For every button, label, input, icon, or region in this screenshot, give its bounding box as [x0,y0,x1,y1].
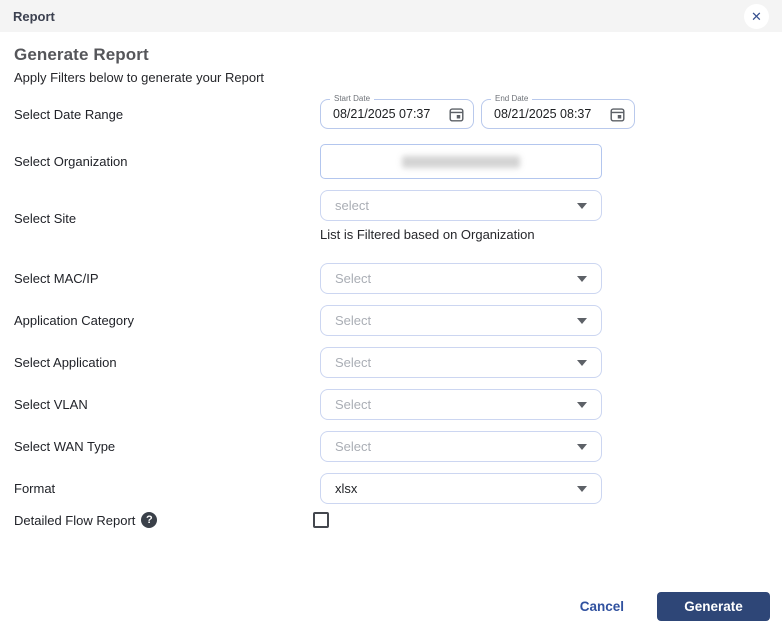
format-row: Format xlsx [14,473,768,504]
report-filter-form: Select Date Range Start Date 08/21/2025 … [14,99,768,528]
start-date-value[interactable]: 08/21/2025 07:37 [333,107,430,121]
chevron-down-icon [577,402,587,408]
chevron-down-icon [577,276,587,282]
close-icon[interactable]: ✕ [744,4,769,29]
vlan-label: Select VLAN [14,397,320,412]
date-range-label: Select Date Range [14,107,320,122]
page-subtitle: Apply Filters below to generate your Rep… [14,70,768,85]
wan-type-label: Select WAN Type [14,439,320,454]
help-icon[interactable]: ? [141,512,157,528]
date-range-row: Select Date Range Start Date 08/21/2025 … [14,99,768,129]
chevron-down-icon [577,444,587,450]
organization-label: Select Organization [14,154,320,169]
chevron-down-icon [577,360,587,366]
site-select[interactable]: select [320,190,602,221]
format-select[interactable]: xlsx [320,473,602,504]
start-date-label: Start Date [330,94,374,103]
wan-type-select[interactable]: Select [320,431,602,462]
site-label: Select Site [14,211,320,226]
application-select[interactable]: Select [320,347,602,378]
date-fields: Start Date 08/21/2025 07:37 End Date [320,99,636,129]
dialog-title: Report [13,9,55,24]
site-helper-text: List is Filtered based on Organization [320,227,602,242]
mac-ip-row: Select MAC/IP Select [14,263,768,294]
detailed-flow-label: Detailed Flow Report [14,513,135,528]
chevron-down-icon [577,486,587,492]
mac-ip-select[interactable]: Select [320,263,602,294]
chevron-down-icon [577,203,587,209]
vlan-row: Select VLAN Select [14,389,768,420]
wan-type-placeholder: Select [335,439,371,454]
dialog-body: Generate Report Apply Filters below to g… [0,32,782,528]
format-value: xlsx [335,481,357,496]
generate-report-dialog: Report ✕ Generate Report Apply Filters b… [0,0,782,625]
calendar-icon[interactable] [448,106,465,123]
site-placeholder: select [335,198,369,213]
detailed-flow-row: Detailed Flow Report ? [14,512,768,528]
chevron-down-icon [577,318,587,324]
app-category-label: Application Category [14,313,320,328]
app-category-placeholder: Select [335,313,371,328]
mac-ip-label: Select MAC/IP [14,271,320,286]
format-label: Format [14,481,320,496]
dialog-header: Report ✕ [0,0,782,32]
detailed-flow-checkbox[interactable] [313,512,329,528]
cancel-button[interactable]: Cancel [580,599,624,614]
mac-ip-placeholder: Select [335,271,371,286]
application-label: Select Application [14,355,320,370]
site-row: Select Site select List is Filtered base… [14,190,768,247]
app-category-select[interactable]: Select [320,305,602,336]
vlan-select[interactable]: Select [320,389,602,420]
organization-row: Select Organization [14,144,768,179]
application-row: Select Application Select [14,347,768,378]
generate-button[interactable]: Generate [657,592,770,621]
calendar-icon[interactable] [609,106,626,123]
dialog-footer: Cancel Generate [580,592,770,621]
organization-field[interactable] [320,144,602,179]
app-category-row: Application Category Select [14,305,768,336]
vlan-placeholder: Select [335,397,371,412]
wan-type-row: Select WAN Type Select [14,431,768,462]
end-date-value[interactable]: 08/21/2025 08:37 [494,107,591,121]
application-placeholder: Select [335,355,371,370]
page-title: Generate Report [14,45,768,65]
start-date-field[interactable]: Start Date 08/21/2025 07:37 [320,99,474,129]
end-date-field[interactable]: End Date 08/21/2025 08:37 [481,99,635,129]
organization-value-redacted [402,156,520,168]
end-date-label: End Date [491,94,532,103]
